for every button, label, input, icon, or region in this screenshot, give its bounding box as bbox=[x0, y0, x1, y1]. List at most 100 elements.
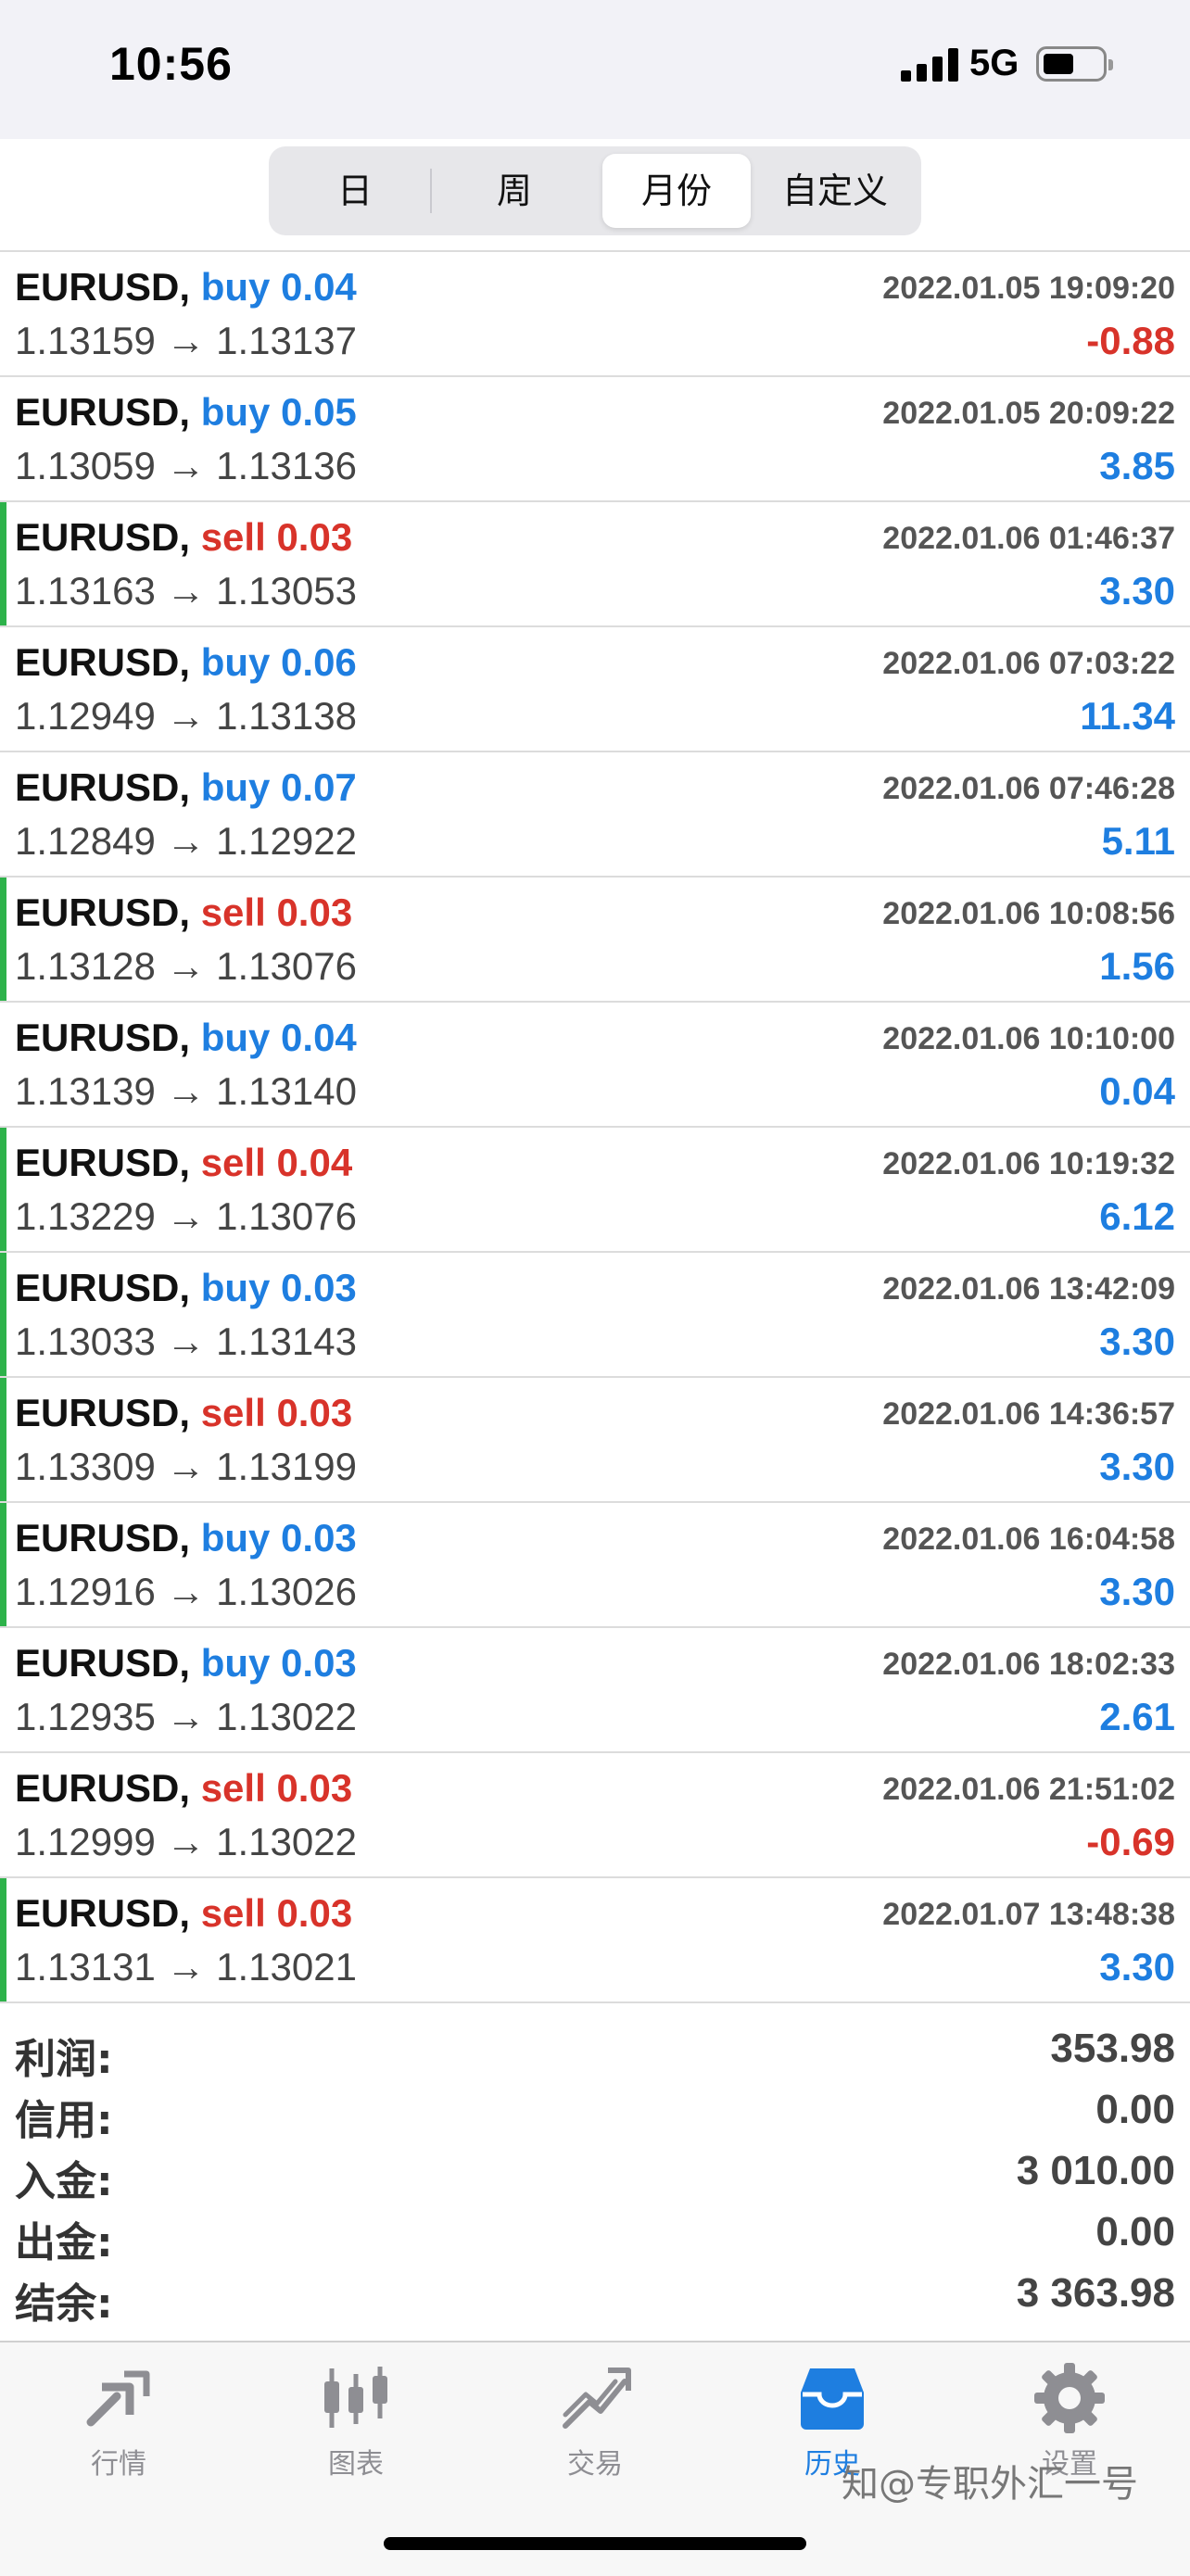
trade-symbol: EURUSD, bbox=[15, 1391, 191, 1434]
trade-datetime: 2022.01.05 20:09:22 bbox=[882, 396, 1175, 431]
quotes-arrows-icon bbox=[86, 2370, 150, 2427]
trade-datetime: 2022.01.06 07:46:28 bbox=[882, 771, 1175, 806]
summary-value: 0.00 bbox=[1095, 2209, 1175, 2254]
trade-symbol-line: EURUSD, buy 0.04 bbox=[15, 265, 357, 309]
watermark-text: 知@专职外汇一号 bbox=[842, 2463, 1138, 2506]
trade-row[interactable]: EURUSD, buy 0.06 2022.01.06 07:03:22 1.129… bbox=[0, 627, 1190, 752]
summary-row: 利润: 353.98 bbox=[0, 2020, 1190, 2083]
tab-trade-label: 交易 bbox=[567, 2448, 623, 2481]
trade-symbol-line: EURUSD, buy 0.06 bbox=[15, 640, 357, 685]
cellular-signal-icon bbox=[901, 48, 958, 82]
tab-week[interactable]: 周 bbox=[436, 154, 593, 228]
summary-row: 结余: 3 363.98 bbox=[0, 2265, 1190, 2328]
trade-symbol-line: EURUSD, sell 0.04 bbox=[15, 1141, 352, 1185]
trade-datetime: 2022.01.06 10:19:32 bbox=[882, 1146, 1175, 1181]
trade-datetime: 2022.01.05 19:09:20 bbox=[882, 271, 1175, 306]
trade-datetime: 2022.01.06 16:04:58 bbox=[882, 1522, 1175, 1557]
trade-symbol: EURUSD, bbox=[15, 1641, 191, 1685]
trade-datetime: 2022.01.06 10:08:56 bbox=[882, 896, 1175, 931]
trade-row[interactable]: EURUSD, buy 0.05 2022.01.05 20:09:22 1.130… bbox=[0, 377, 1190, 502]
trade-symbol-line: EURUSD, sell 0.03 bbox=[15, 1891, 352, 1936]
summary-row: 信用: 0.00 bbox=[0, 2081, 1190, 2144]
tab-day[interactable]: 日 bbox=[276, 154, 434, 228]
trade-profit: 3.30 bbox=[1099, 569, 1175, 612]
trade-volume: 0.05 bbox=[281, 390, 357, 434]
trade-symbol: EURUSD, bbox=[15, 1516, 191, 1559]
trade-volume: 0.07 bbox=[281, 765, 357, 809]
trade-profit: 0.04 bbox=[1099, 1069, 1175, 1113]
trade-row[interactable]: EURUSD, sell 0.04 2022.01.06 10:19:32 1.13… bbox=[0, 1128, 1190, 1253]
trade-volume: 0.03 bbox=[281, 1641, 357, 1685]
summary-label: 出金: bbox=[15, 2219, 113, 2267]
trade-symbol: EURUSD, bbox=[15, 1141, 191, 1184]
history-inbox-icon bbox=[801, 2368, 864, 2430]
trade-symbol-line: EURUSD, buy 0.07 bbox=[15, 765, 357, 810]
summary-label: 结余: bbox=[15, 2280, 113, 2328]
trade-symbol: EURUSD, bbox=[15, 265, 191, 309]
trade-side: buy bbox=[200, 1641, 271, 1685]
trade-symbol: EURUSD, bbox=[15, 515, 191, 559]
summary-row: 入金: 3 010.00 bbox=[0, 2142, 1190, 2205]
trade-side: buy bbox=[200, 1516, 271, 1559]
summary-row: 出金: 0.00 bbox=[0, 2203, 1190, 2267]
trade-symbol: EURUSD, bbox=[15, 1016, 191, 1059]
trade-side: sell bbox=[200, 1766, 266, 1810]
trade-row[interactable]: EURUSD, buy 0.04 2022.01.06 10:10:00 1.131… bbox=[0, 1003, 1190, 1128]
trade-row[interactable]: EURUSD, buy 0.07 2022.01.06 07:46:28 1.128… bbox=[0, 752, 1190, 878]
trade-row[interactable]: EURUSD, buy 0.03 2022.01.06 18:02:33 1.129… bbox=[0, 1628, 1190, 1753]
trade-datetime: 2022.01.06 18:02:33 bbox=[882, 1647, 1175, 1682]
trade-prices: 1.13159 → 1.13137 bbox=[15, 319, 357, 362]
tab-trade[interactable]: 交易 bbox=[521, 2361, 669, 2481]
trade-profit: -0.88 bbox=[1086, 319, 1175, 362]
trade-symbol: EURUSD, bbox=[15, 890, 191, 934]
trade-volume: 0.03 bbox=[276, 890, 353, 934]
trade-row[interactable]: EURUSD, buy 0.03 2022.01.06 16:04:58 1.129… bbox=[0, 1503, 1190, 1628]
trade-prices: 1.13163 → 1.13053 bbox=[15, 569, 357, 612]
tab-quotes[interactable]: 行情 bbox=[44, 2361, 193, 2481]
trade-row[interactable]: EURUSD, sell 0.03 2022.01.07 13:48:38 1.13… bbox=[0, 1878, 1190, 2003]
trade-side: sell bbox=[200, 890, 266, 934]
trade-prices: 1.12949 → 1.13138 bbox=[15, 694, 357, 738]
trade-symbol-line: EURUSD, buy 0.04 bbox=[15, 1016, 357, 1060]
trade-side: buy bbox=[200, 265, 271, 309]
trade-trend-icon bbox=[563, 2368, 631, 2429]
trade-profit: 2.61 bbox=[1099, 1695, 1175, 1738]
trade-row[interactable]: EURUSD, sell 0.03 2022.01.06 01:46:37 1.13… bbox=[0, 502, 1190, 627]
trade-volume: 0.03 bbox=[276, 515, 353, 559]
settings-gear-icon bbox=[1034, 2363, 1105, 2433]
tab-charts[interactable]: 图表 bbox=[282, 2361, 430, 2481]
trade-symbol: EURUSD, bbox=[15, 640, 191, 684]
summary-value: 3 010.00 bbox=[1016, 2148, 1175, 2193]
summary-value: 0.00 bbox=[1095, 2087, 1175, 2132]
trade-history-list: EURUSD, buy 0.04 2022.01.05 19:09:20 1.131… bbox=[0, 250, 1190, 2003]
trade-datetime: 2022.01.06 21:51:02 bbox=[882, 1772, 1175, 1807]
trade-row[interactable]: EURUSD, sell 0.03 2022.01.06 14:36:57 1.13… bbox=[0, 1378, 1190, 1503]
trade-profit: 6.12 bbox=[1099, 1194, 1175, 1238]
trade-volume: 0.04 bbox=[281, 265, 357, 309]
trade-row[interactable]: EURUSD, sell 0.03 2022.01.06 21:51:02 1.12… bbox=[0, 1753, 1190, 1878]
trade-profit: 3.30 bbox=[1099, 1320, 1175, 1363]
tab-charts-label: 图表 bbox=[328, 2448, 384, 2481]
network-type: 5G bbox=[969, 43, 1019, 83]
trade-row[interactable]: EURUSD, sell 0.03 2022.01.06 10:08:56 1.13… bbox=[0, 878, 1190, 1003]
trade-symbol: EURUSD, bbox=[15, 1891, 191, 1935]
trade-side: buy bbox=[200, 765, 271, 809]
trade-volume: 0.04 bbox=[276, 1141, 353, 1184]
summary-label: 利润: bbox=[15, 2036, 113, 2083]
trade-row[interactable]: EURUSD, buy 0.04 2022.01.05 19:09:20 1.131… bbox=[0, 252, 1190, 377]
trade-volume: 0.03 bbox=[276, 1391, 353, 1434]
segment-divider bbox=[430, 169, 432, 213]
tab-month[interactable]: 月份 bbox=[602, 154, 751, 228]
trade-symbol-line: EURUSD, sell 0.03 bbox=[15, 890, 352, 935]
trade-prices: 1.13059 → 1.13136 bbox=[15, 444, 357, 487]
battery-icon bbox=[1036, 46, 1113, 82]
trade-profit: 3.30 bbox=[1099, 1445, 1175, 1488]
tab-custom[interactable]: 自定义 bbox=[756, 154, 914, 228]
trade-profit: 11.34 bbox=[1080, 694, 1175, 738]
summary-value: 3 363.98 bbox=[1016, 2270, 1175, 2316]
trade-prices: 1.12916 → 1.13026 bbox=[15, 1570, 357, 1613]
trade-side: sell bbox=[200, 1391, 266, 1434]
home-indicator bbox=[384, 2537, 806, 2550]
trade-prices: 1.13139 → 1.13140 bbox=[15, 1069, 357, 1113]
trade-row[interactable]: EURUSD, buy 0.03 2022.01.06 13:42:09 1.130… bbox=[0, 1253, 1190, 1378]
